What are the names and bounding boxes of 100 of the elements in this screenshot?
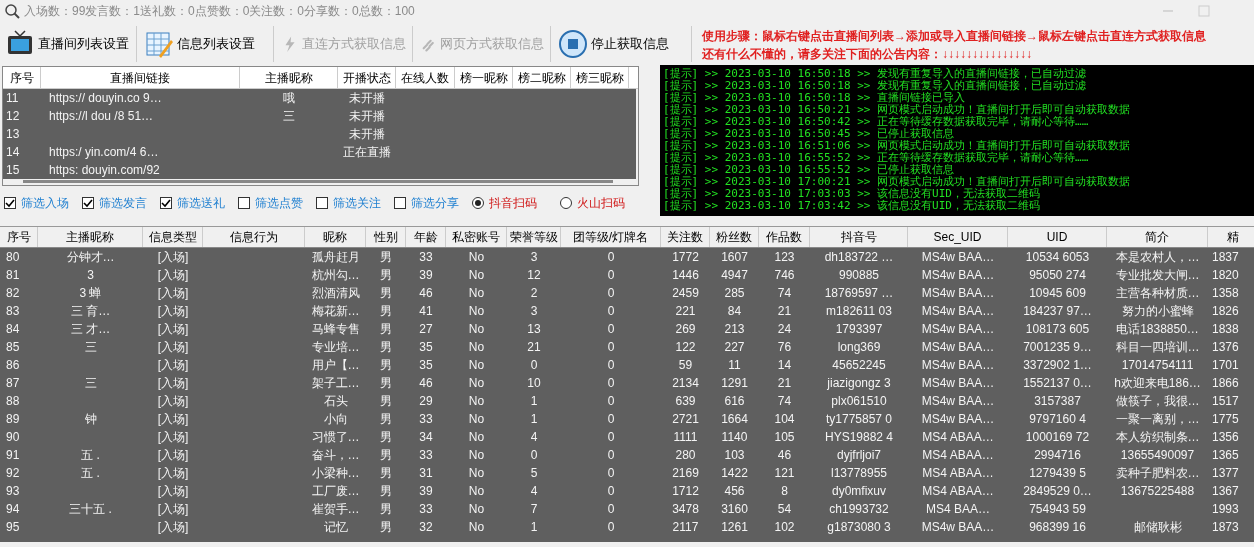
table-cell: 男 — [380, 268, 392, 282]
toolbar-button[interactable]: 停止获取信息 — [553, 26, 692, 62]
table-cell: 4 — [530, 430, 538, 444]
table-cell: 1607 — [721, 250, 748, 264]
column-header[interactable]: 简介 — [1107, 227, 1208, 247]
toolbar-button[interactable]: 直播间列表设置 — [0, 26, 137, 62]
checkbox[interactable] — [316, 196, 328, 209]
horizontal-scrollbar[interactable] — [23, 180, 613, 183]
table-cell: 13 — [527, 322, 541, 336]
column-header[interactable]: 私密账号 — [446, 227, 507, 247]
column-header[interactable]: 榜二昵称 — [513, 67, 571, 88]
table-cell: 88 — [6, 394, 20, 408]
table-cell: 崔贺手… — [311, 502, 360, 516]
table-cell: 46 — [419, 376, 433, 390]
column-header[interactable]: 粉丝数 — [710, 227, 759, 247]
table-cell: 0 — [607, 322, 615, 336]
column-header[interactable]: 序号 — [3, 67, 41, 88]
table-cell: 男 — [380, 376, 392, 390]
table-cell: 39 — [419, 268, 433, 282]
table-cell: 1261 — [721, 520, 748, 534]
checkbox[interactable] — [238, 196, 250, 209]
table-cell: 1367 — [1212, 484, 1239, 498]
radio-button[interactable] — [560, 196, 572, 209]
log-line: [提示] >> 2023-03-10 16:50:18 >> 直播间链接已导入 — [663, 92, 966, 104]
column-header[interactable]: 开播状态 — [338, 67, 396, 88]
table-cell: 哦 — [283, 91, 295, 105]
table-cell: 五 . — [81, 466, 100, 480]
table-cell: 74 — [777, 394, 792, 408]
column-header[interactable]: 关注数 — [661, 227, 710, 247]
table-cell: 91 — [6, 448, 20, 462]
table-cell: 10 — [527, 376, 541, 390]
column-header[interactable]: 主播昵称 — [38, 227, 143, 247]
column-header[interactable]: 荣誉等级 — [507, 227, 561, 247]
table-cell: No — [468, 340, 485, 354]
checkbox[interactable] — [4, 196, 16, 209]
table-cell: 83 — [6, 304, 20, 318]
checkbox[interactable] — [82, 196, 94, 209]
table-cell: 三 — [84, 340, 97, 354]
column-header[interactable]: 精 — [1208, 227, 1254, 247]
column-header[interactable]: 信息类型 — [143, 227, 203, 247]
table-cell: 13655490097 — [1120, 448, 1195, 462]
table-cell: 46 — [419, 286, 433, 300]
table-cell: No — [468, 448, 485, 462]
table-cell: 94 — [6, 502, 20, 516]
table-cell: HYS19882 4 — [824, 430, 894, 444]
table-cell: 男 — [380, 322, 392, 336]
table-cell: 工厂废… — [311, 484, 360, 498]
column-header[interactable]: 年龄 — [406, 227, 446, 247]
table-cell: 烈酒清风 — [311, 286, 360, 300]
table-cell: 9797160 4 — [1029, 412, 1086, 426]
column-header[interactable]: 主播昵称 — [240, 67, 338, 88]
column-header[interactable]: 性别 — [366, 227, 406, 247]
radio-button[interactable] — [472, 196, 484, 209]
table-cell: 0 — [607, 286, 615, 300]
table-cell: 2117 — [672, 520, 699, 534]
table-cell: 10945 609 — [1029, 286, 1086, 300]
column-header[interactable]: 抖音号 — [810, 227, 908, 247]
table-cell: MS4w BAA… — [921, 358, 995, 372]
table-cell: 2459 — [672, 286, 699, 300]
instruction-text: 使用步骤：鼠标右键点击直播间列表→添加或导入直播间链接→鼠标左键点击直连方式获取信息 — [702, 28, 1206, 44]
table-cell: 84 — [6, 322, 20, 336]
toolbar-button[interactable]: 信息列表设置 — [139, 26, 274, 62]
column-header[interactable]: 在线人数 — [396, 67, 455, 88]
table-cell: 三 — [84, 376, 97, 390]
column-header[interactable]: 信息行为 — [203, 227, 305, 247]
column-header[interactable]: 作品数 — [759, 227, 810, 247]
column-header[interactable]: 榜一昵称 — [455, 67, 513, 88]
column-header[interactable]: Sec_UID — [908, 227, 1008, 247]
column-header[interactable]: 团等级/灯牌名 — [561, 227, 661, 247]
table-cell: 小梁种… — [311, 466, 360, 480]
table-cell: 男 — [380, 466, 392, 480]
table-cell: 89 — [6, 412, 20, 426]
table-cell: 269 — [675, 322, 696, 336]
table-cell: 2134 — [672, 376, 699, 390]
table-cell: [入场] — [157, 286, 189, 300]
table-cell: 1837 — [1212, 250, 1239, 264]
table-cell: 未开播 — [349, 109, 385, 123]
table-cell: MS4w BAA… — [921, 286, 995, 300]
table-cell: MS4w BAA… — [921, 250, 995, 264]
table-cell: long369 — [837, 340, 881, 354]
column-header[interactable]: 序号 — [0, 227, 38, 247]
checkbox[interactable] — [394, 196, 406, 209]
table-cell: 123 — [774, 250, 795, 264]
column-header[interactable]: 直播间链接 — [41, 67, 240, 88]
column-header[interactable]: UID — [1008, 227, 1107, 247]
table-cell: 221 — [675, 304, 696, 318]
table-cell: 46 — [777, 448, 792, 462]
checkbox[interactable] — [160, 196, 172, 209]
table-cell: 三 育… — [70, 304, 111, 318]
table-cell: 1111 — [673, 430, 698, 444]
column-header[interactable]: 昵称 — [305, 227, 366, 247]
table-cell: 104 — [774, 412, 795, 426]
table-cell: MS4w BAA… — [921, 394, 995, 408]
table-cell: 17014754111 — [1121, 358, 1194, 372]
table-cell: 1376 — [1212, 340, 1239, 354]
table-cell: [入场] — [157, 322, 189, 336]
checkbox-label: 筛选点赞 — [255, 194, 303, 212]
log-line: [提示] >> 2023-03-10 16:50:18 >> 发现有重复导入的直播间链接，已自动过滤 — [663, 68, 1088, 80]
table-cell: 74 — [777, 286, 792, 300]
column-header[interactable]: 榜三昵称 — [571, 67, 629, 88]
